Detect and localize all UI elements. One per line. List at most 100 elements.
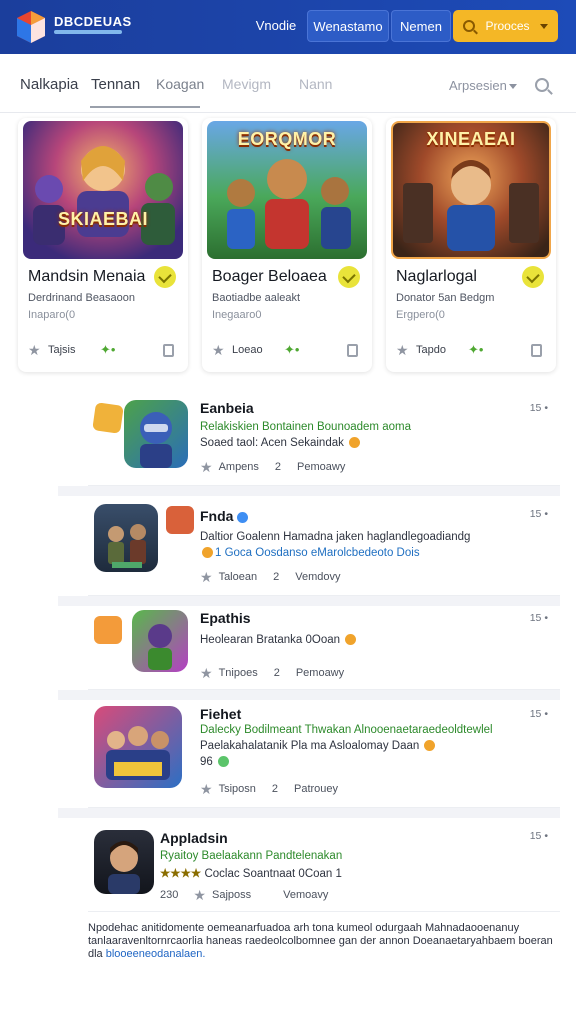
emoji-icon <box>345 634 357 646</box>
list-item[interactable]: Eanbeia Relakiskien Bontainen Bounoadem … <box>88 382 560 486</box>
game-thumbnail: SKIAEBAI <box>23 121 183 259</box>
row-title[interactable]: Fnda <box>200 508 249 524</box>
featured-card[interactable]: EORQMOR Boager Beloaea Baotiadbe aaleakt… <box>202 118 372 372</box>
featured-card[interactable]: XINEAEAI Naglarlogal Donator 5an Bedgm E… <box>386 118 556 372</box>
row-meta-count: 2 <box>273 667 280 679</box>
robot-icon <box>140 412 172 468</box>
row-tagline: ★★★★ Coclac Soantnaat 0Coan 1 <box>160 866 342 880</box>
row-description: Daltior Goalenn Hamadna jaken haglandleg… <box>200 531 471 543</box>
document-icon[interactable] <box>163 344 174 357</box>
game-art <box>33 146 175 245</box>
row-description: Dalecky Bodilmeant Thwakan Alnooenaetara… <box>200 724 493 736</box>
row-title[interactable]: Eanbeia <box>200 400 254 416</box>
row-count: 15 • <box>529 708 548 720</box>
brand-logo-icon[interactable] <box>16 10 46 44</box>
brand-tagline-bar <box>54 30 122 34</box>
row-meta: ★ Tnipoes 2 Pemoawy <box>200 664 344 680</box>
row-meta: 230 ★ Sajposs Vemoavy <box>160 886 329 902</box>
search-icon <box>463 20 475 32</box>
app-icon[interactable] <box>94 706 182 788</box>
verified-check-icon <box>237 511 249 523</box>
row-title[interactable]: Fiehet <box>200 706 241 722</box>
footer-link[interactable]: blooeeneodanalaen. <box>106 948 206 960</box>
brand-name[interactable]: DBCDEUAS <box>54 14 132 29</box>
row-description-text: Heolearan Bratanka 0Ooan <box>200 634 341 646</box>
row-meta-label: Tsiposn <box>218 783 256 795</box>
emoji-icon <box>202 547 213 559</box>
star-icon[interactable]: ★ <box>193 888 206 902</box>
card-title[interactable]: Boager Beloaea <box>212 268 327 286</box>
star-icon[interactable]: ★ <box>396 343 409 357</box>
nav-button-secondary[interactable]: Nemen <box>391 10 451 42</box>
star-icon[interactable]: ★ <box>212 343 225 357</box>
tab-3[interactable]: Mevigm <box>222 76 271 92</box>
list-item[interactable]: Epathis Heolearan Bratanka 0Ooan ★ Tnipoe… <box>88 606 560 690</box>
row-extra: 96 <box>200 756 231 768</box>
sort-dropdown[interactable]: Arpsesien <box>449 78 507 93</box>
row-title[interactable]: Epathis <box>200 610 251 626</box>
app-icon[interactable] <box>132 610 188 672</box>
active-tab-indicator <box>90 106 200 108</box>
star-icon[interactable]: ★ <box>200 666 213 680</box>
divider <box>58 808 560 818</box>
featured-card[interactable]: SKIAEBAI Mandsin Menaia Derdrinand Beasa… <box>18 118 188 372</box>
row-extra-text: 96 <box>200 756 213 768</box>
game-thumbnail: EORQMOR <box>207 121 367 259</box>
row-meta: ★ Taloean 2 Vemdovy <box>200 568 340 584</box>
card-footer: ★ Tajsis ✦• <box>28 343 178 359</box>
left-gutter <box>0 382 88 1022</box>
row-description: Heolearan Bratanka 0Ooan <box>200 634 358 646</box>
search-icon[interactable] <box>535 78 549 92</box>
list-item[interactable]: Fiehet Dalecky Bodilmeant Thwakan Alnooe… <box>88 700 560 808</box>
row-meta-count: 230 <box>160 889 179 901</box>
chevron-down-icon[interactable] <box>509 84 517 89</box>
card-title[interactable]: Mandsin Menaia <box>28 268 145 286</box>
divider <box>58 690 560 700</box>
row-meta-count: 2 <box>274 461 282 473</box>
row-title-text: Fnda <box>200 508 234 524</box>
card-footer: ★ Loeao ✦• <box>212 343 362 359</box>
row-title[interactable]: Appladsin <box>160 830 228 846</box>
app-icon[interactable] <box>94 504 158 572</box>
footer-note: Npodehac anitidomente oemeanarfuadoa arh… <box>88 922 560 961</box>
hero-icon <box>148 624 172 670</box>
card-meta: Inaparo(0 <box>28 309 76 321</box>
nav-link-home[interactable]: Vnodie <box>248 10 304 42</box>
star-icon[interactable]: ★ <box>28 343 41 357</box>
row-meta: ★ Tsiposn 2 Patrouey <box>200 780 338 796</box>
row-meta-label-2: Vemoavy <box>283 889 329 901</box>
app-icon[interactable] <box>124 400 188 468</box>
avatar-icon <box>166 506 194 534</box>
card-subtitle: Baotiadbe aaleakt <box>212 292 301 304</box>
row-meta-label: Sajposs <box>211 889 252 901</box>
document-icon[interactable] <box>531 344 542 357</box>
star-icon[interactable]: ★ <box>200 570 213 584</box>
soldiers-icon <box>108 524 146 568</box>
row-count: 15 • <box>529 830 548 842</box>
nav-button-primary[interactable]: Wenastamo <box>307 10 389 42</box>
row-count: 15 • <box>529 402 548 414</box>
list-item[interactable]: Appladsin Ryaitoy Baelaakann Pandtelenak… <box>88 818 560 912</box>
row-tagline-text: Soaed taol: Acen Sekaindak <box>200 437 344 449</box>
list-item[interactable]: Fnda Daltior Goalenn Hamadna jaken hagla… <box>88 496 560 596</box>
star-icon[interactable]: ★ <box>200 782 213 796</box>
tab-1[interactable]: Tennan <box>91 76 140 93</box>
emoji-icon <box>424 740 436 752</box>
sprout-icon: ✦• <box>284 342 300 357</box>
row-meta-count: 2 <box>273 571 280 583</box>
rating-stars-icon: ★★★★ <box>160 868 202 880</box>
row-tagline-text: 1 Goca Oosdanso eMarolcbedeoto Dois <box>215 547 420 559</box>
star-icon[interactable]: ★ <box>200 460 213 474</box>
app-icon[interactable] <box>94 830 154 894</box>
app-list: Eanbeia Relakiskien Bontainen Bounoadem … <box>58 382 560 962</box>
row-meta: ★ Ampens 2 Pemoawy <box>200 458 345 474</box>
document-icon[interactable] <box>347 344 358 357</box>
card-footer-label: Tajsis <box>48 344 76 356</box>
card-title[interactable]: Naglarlogal <box>396 268 477 286</box>
row-description: Relakiskien Bontainen Bounoadem aoma <box>200 421 411 433</box>
search-dropdown-button[interactable]: Prooces <box>453 10 558 42</box>
verified-badge-icon <box>522 266 544 288</box>
tab-0[interactable]: Nalkapia <box>20 76 78 93</box>
tab-2[interactable]: Koagan <box>156 76 204 92</box>
tab-4[interactable]: Nann <box>299 76 332 92</box>
